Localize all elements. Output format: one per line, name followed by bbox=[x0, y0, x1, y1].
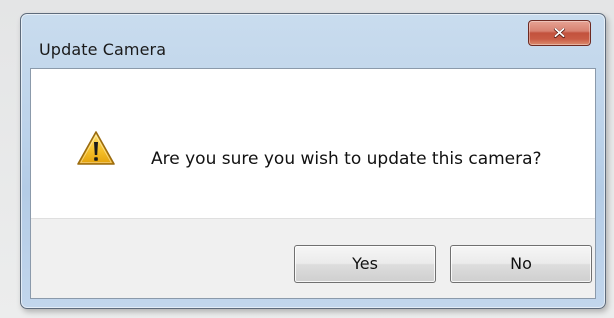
close-icon bbox=[553, 27, 566, 39]
close-button[interactable] bbox=[528, 20, 591, 46]
warning-icon bbox=[77, 131, 115, 165]
update-camera-dialog: Update Camera Are you sure you wish to u… bbox=[20, 13, 606, 309]
no-button[interactable]: No bbox=[450, 245, 592, 283]
confirmation-message: Are you sure you wish to update this cam… bbox=[151, 149, 542, 169]
title-bar[interactable]: Update Camera bbox=[21, 14, 605, 66]
dialog-body: Are you sure you wish to update this cam… bbox=[30, 68, 596, 299]
dialog-title: Update Camera bbox=[39, 40, 167, 59]
message-area: Are you sure you wish to update this cam… bbox=[31, 69, 595, 218]
button-bar: Yes No bbox=[31, 218, 595, 298]
yes-button[interactable]: Yes bbox=[294, 245, 436, 283]
